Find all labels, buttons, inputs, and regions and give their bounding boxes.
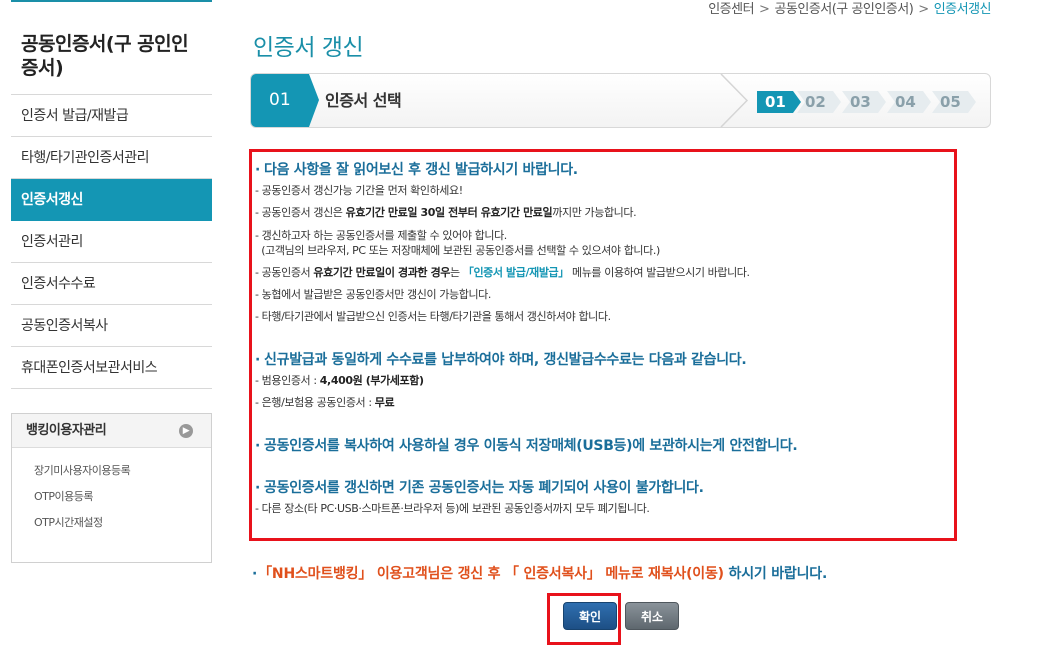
sidebar-item-fee[interactable]: 인증서수수료	[11, 263, 212, 305]
chevron-divider-icon	[720, 74, 749, 127]
notice-line: - 농협에서 발급받은 공동인증서만 갱신이 가능합니다.	[255, 288, 491, 301]
notice-line: - 갱신하고자 하는 공동인증서를 제출할 수 있어야 합니다. (고객님의 브…	[255, 229, 660, 257]
breadcrumb-item-cert[interactable]: 공동인증서(구 공인인증서)	[774, 2, 913, 17]
page-title: 인증서 갱신	[253, 35, 364, 61]
confirm-button[interactable]: 확인	[563, 602, 617, 630]
breadcrumb-item-center[interactable]: 인증센터	[708, 2, 754, 17]
breadcrumb-separator: >	[759, 2, 770, 17]
link-otp-register[interactable]: OTP이용등록	[34, 484, 211, 510]
notice-heading-4: · 공동인증서를 갱신하면 기존 공동인증서는 자동 폐기되어 사용이 불가합니다…	[255, 480, 704, 496]
cancel-button[interactable]: 취소	[625, 602, 679, 630]
step-indicator-4: 04	[887, 91, 931, 113]
banking-user-box: 뱅킹이용자관리 ▶ 장기미사용자이용등록 OTP이용등록 OTP시간재설정	[11, 413, 212, 563]
chevron-right-icon[interactable]: ▶	[179, 424, 193, 438]
link-long-unused[interactable]: 장기미사용자이용등록	[34, 458, 211, 484]
sidebar-item-copy[interactable]: 공동인증서복사	[11, 305, 212, 347]
step-indicator-5: 05	[932, 91, 976, 113]
notice-line: - 공동인증서 갱신가능 기간을 먼저 확인하세요!	[255, 184, 463, 197]
notice-line: - 범용인증서 : 4,400원 (부가세포함)	[255, 374, 424, 387]
current-step-tip	[309, 74, 319, 127]
notice-heading-2: · 신규발급과 동일하게 수수료를 납부하여야 하며, 갱신발급수수료는 다음과 …	[255, 352, 747, 368]
breadcrumb-item-current: 인증서갱신	[933, 2, 992, 17]
step-indicator-2: 02	[797, 91, 841, 113]
current-step-label: 인증서 선택	[325, 91, 402, 110]
banking-user-links: 장기미사용자이용등록 OTP이용등록 OTP시간재설정	[12, 448, 211, 562]
notice-line: - 은행/보험용 공동인증서 : 무료	[255, 396, 395, 409]
notice-line: - 공동인증서 갱신은 유효기간 만료일 30일 전부터 유효기간 만료일까지만…	[255, 206, 637, 219]
breadcrumb: 인증센터 > 공동인증서(구 공인인증서) > 인증서갱신	[708, 0, 991, 17]
step-indicator-3: 03	[842, 91, 886, 113]
smart-banking-note: · 「NH스마트뱅킹」 이용고객님은 갱신 후 「 인증서복사」 메뉴로 재복사(…	[252, 566, 828, 582]
banking-user-title: 뱅킹이용자관리	[26, 423, 107, 438]
notice-line: - 공동인증서 유효기간 만료일이 경과한 경우는 「인증서 발급/재발급」 메…	[255, 266, 750, 279]
sidebar-item-mobile-storage[interactable]: 휴대폰인증서보관서비스	[11, 347, 212, 389]
step-bar: 01 인증서 선택 01 02 03 04 05	[250, 73, 991, 128]
sidebar-title: 공동인증서(구 공인인증서)	[11, 2, 212, 95]
notice-line: - 타행/타기관에서 발급받으신 인증서는 타행/타기관을 통해서 갱신하셔야 …	[255, 310, 611, 323]
sidebar-item-other-bank[interactable]: 타행/타기관인증서관리	[11, 137, 212, 179]
notice-line: - 다른 장소(타 PC·USB·스마트폰·브라우저 등)에 보관된 공동인증서…	[255, 502, 650, 515]
current-step-number: 01	[251, 74, 309, 127]
step-indicator-1: 01	[757, 91, 801, 113]
notice-heading-3: · 공동인증서를 복사하여 사용하실 경우 이동식 저장매체(USB등)에 보관하…	[255, 438, 798, 454]
breadcrumb-separator: >	[918, 2, 929, 17]
sidebar-item-renew[interactable]: 인증서갱신	[11, 179, 212, 221]
sidebar-item-manage[interactable]: 인증서관리	[11, 221, 212, 263]
reissue-menu-link: 「인증서 발급/재발급」	[462, 266, 569, 279]
notice-heading-1: · 다음 사항을 잘 읽어보신 후 갱신 발급하시기 바랍니다.	[255, 162, 578, 178]
sidebar: 공동인증서(구 공인인증서) 인증서 발급/재발급 타행/타기관인증서관리 인증…	[11, 0, 212, 563]
banking-user-header[interactable]: 뱅킹이용자관리 ▶	[12, 414, 211, 448]
notice-box: · 다음 사항을 잘 읽어보신 후 갱신 발급하시기 바랍니다. - 공동인증서 …	[249, 149, 957, 541]
sidebar-item-issue[interactable]: 인증서 발급/재발급	[11, 95, 212, 137]
link-otp-time-reset[interactable]: OTP시간재설정	[34, 510, 211, 536]
